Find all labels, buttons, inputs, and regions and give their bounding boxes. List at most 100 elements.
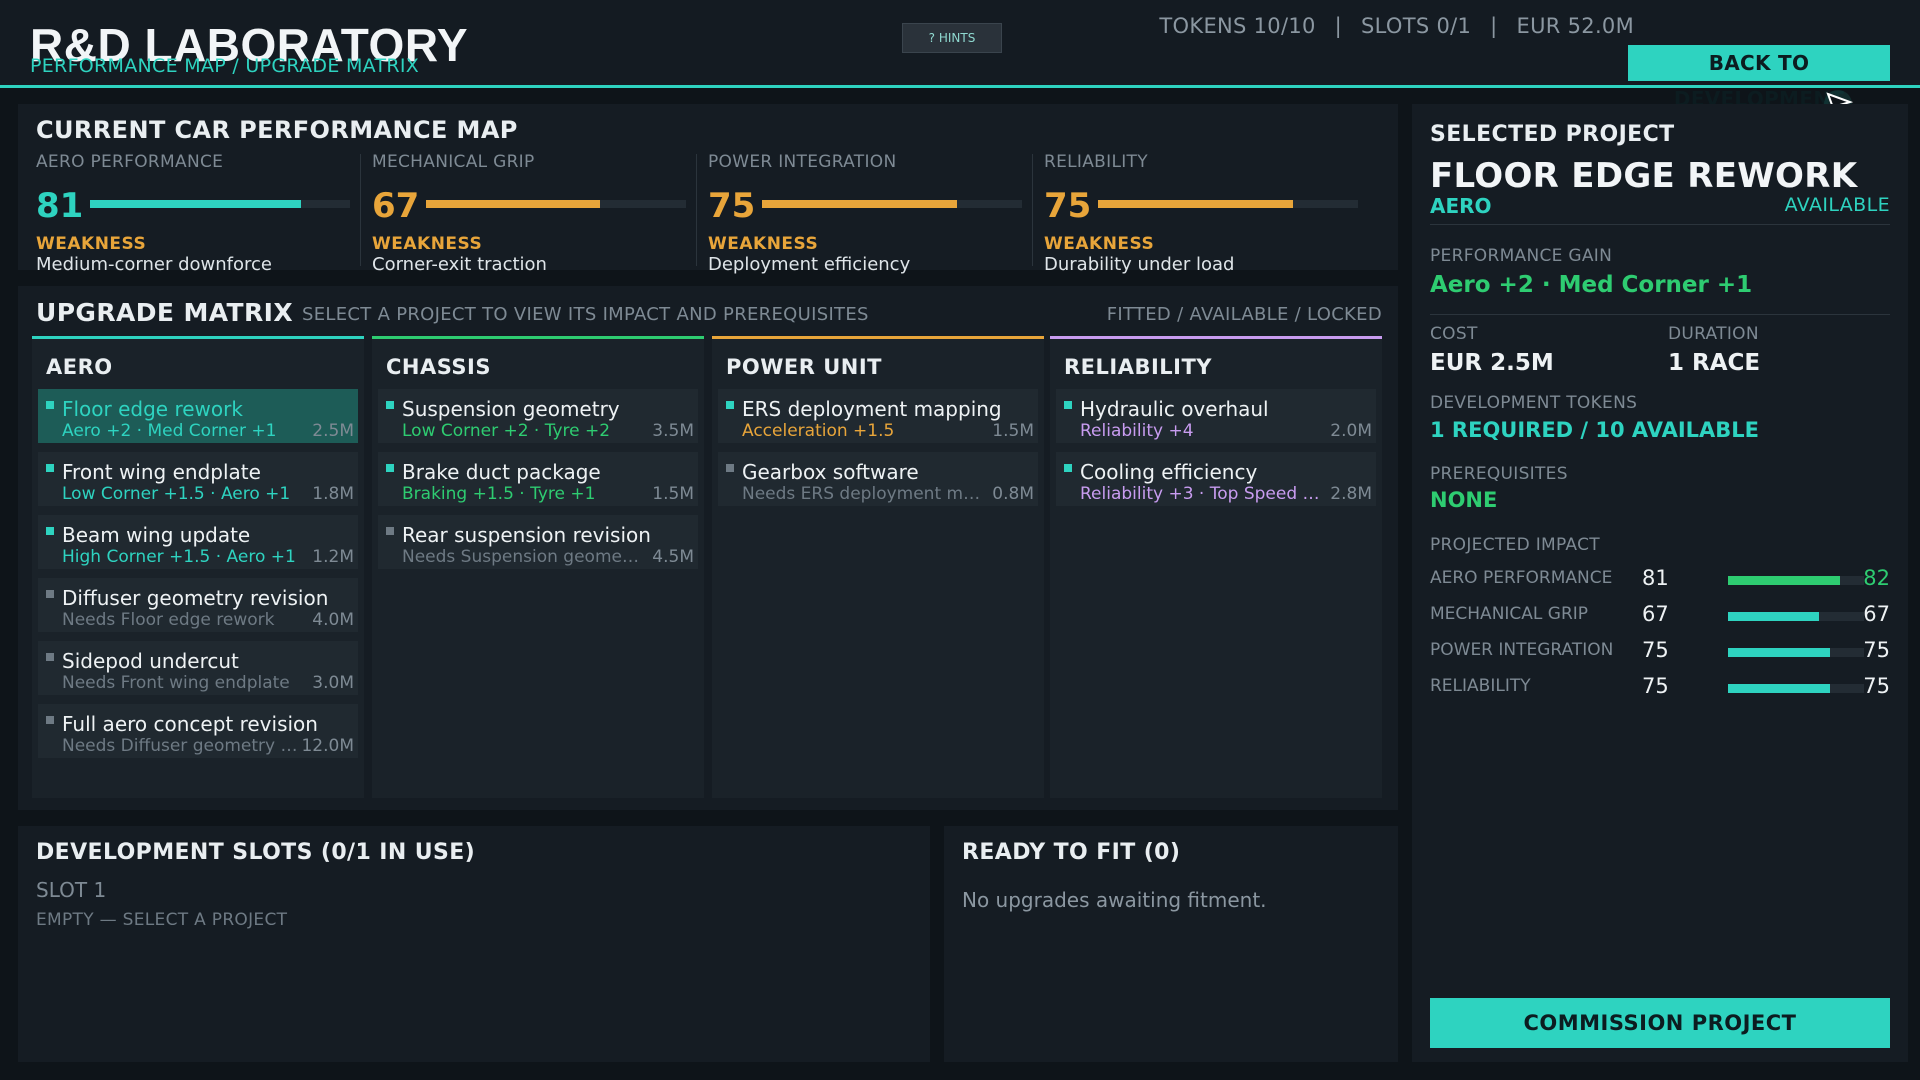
- upgrade-card-ers-deployment-mapping[interactable]: ERS deployment mapping Acceleration +1.5 1…: [718, 389, 1038, 443]
- upgrade-effect: Low Corner +2 · Tyre +2: [402, 421, 611, 441]
- state-indicator-icon: [46, 716, 54, 724]
- weakness-label: WEAKNESS: [708, 234, 819, 254]
- hud-separator: |: [1490, 14, 1498, 38]
- upgrade-matrix-title: UPGRADE MATRIX: [36, 298, 294, 327]
- impact-current-value: 75: [1642, 674, 1669, 698]
- metric-divider: [360, 154, 361, 266]
- development-slots-title: DEVELOPMENT SLOTS (0/1 IN USE): [36, 840, 476, 865]
- impact-row: RELIABILITY 75 75: [1430, 674, 1890, 704]
- metric-label: AERO PERFORMANCE: [36, 152, 224, 172]
- upgrade-card-gearbox-software[interactable]: Gearbox software Needs ERS deployment map…: [718, 452, 1038, 506]
- hints-button[interactable]: ? HINTS: [902, 23, 1002, 53]
- state-indicator-icon: [1064, 401, 1072, 409]
- impact-current-value: 67: [1642, 602, 1669, 626]
- budget-counter: EUR 52.0M: [1516, 14, 1634, 38]
- state-indicator-icon: [386, 464, 394, 472]
- state-indicator-icon: [46, 401, 54, 409]
- back-to-development-button[interactable]: BACK TO DEVELOPMENT: [1628, 45, 1890, 111]
- upgrade-card-diffuser-geometry-revision[interactable]: Diffuser geometry revision Needs Floor ed…: [38, 578, 358, 632]
- upgrade-name: Hydraulic overhaul: [1080, 397, 1269, 421]
- upgrade-effect: Reliability +3 · Top Speed -0.5: [1080, 484, 1320, 504]
- upgrade-effect: Needs ERS deployment mapping: [742, 484, 982, 504]
- metric-bar-fill: [1098, 200, 1293, 208]
- upgrade-matrix-panel: UPGRADE MATRIX SELECT A PROJECT TO VIEW …: [18, 286, 1398, 810]
- weakness-label: WEAKNESS: [36, 234, 147, 254]
- impact-label: MECHANICAL GRIP: [1430, 604, 1589, 624]
- upgrade-card-cooling-efficiency[interactable]: Cooling efficiency Reliability +3 · Top S…: [1056, 452, 1376, 506]
- state-indicator-icon: [46, 653, 54, 661]
- state-indicator-icon: [726, 401, 734, 409]
- upgrade-card-front-wing-endplate[interactable]: Front wing endplate Low Corner +1.5 · Aer…: [38, 452, 358, 506]
- breadcrumb: PERFORMANCE MAP / UPGRADE MATRIX: [30, 55, 420, 77]
- metric-value: 75: [708, 186, 756, 226]
- development-tokens-label: DEVELOPMENT TOKENS: [1430, 393, 1638, 413]
- weakness-description: Deployment efficiency: [708, 254, 911, 275]
- metric-value: 81: [36, 186, 84, 226]
- upgrade-effect: Reliability +4: [1080, 421, 1194, 441]
- upgrade-card-full-aero-concept-revision[interactable]: Full aero concept revision Needs Diffuser…: [38, 704, 358, 758]
- upgrade-card-hydraulic-overhaul[interactable]: Hydraulic overhaul Reliability +4 2.0M: [1056, 389, 1376, 443]
- metric-label: POWER INTEGRATION: [708, 152, 897, 172]
- upgrade-cost: 2.0M: [1330, 421, 1372, 441]
- metric-bar: [1098, 200, 1358, 208]
- divider: [1430, 224, 1890, 225]
- prerequisites-label: PREREQUISITES: [1430, 464, 1568, 484]
- impact-label: AERO PERFORMANCE: [1430, 568, 1613, 588]
- upgrade-cost: 4.5M: [652, 547, 694, 567]
- state-indicator-icon: [1064, 464, 1072, 472]
- upgrade-matrix-instructions: SELECT A PROJECT TO VIEW ITS IMPACT AND …: [302, 304, 869, 325]
- impact-row: POWER INTEGRATION 75 75: [1430, 638, 1890, 668]
- projected-impact-label: PROJECTED IMPACT: [1430, 535, 1600, 555]
- upgrade-effect: Needs Front wing endplate: [62, 673, 290, 693]
- impact-label: POWER INTEGRATION: [1430, 640, 1614, 660]
- upgrade-cost: 2.8M: [1330, 484, 1372, 504]
- column-title: RELIABILITY: [1064, 355, 1213, 379]
- slot-state: EMPTY — SELECT A PROJECT: [36, 910, 288, 930]
- upgrade-card-suspension-geometry[interactable]: Suspension geometry Low Corner +2 · Tyre …: [378, 389, 698, 443]
- metric-bar: [762, 200, 1022, 208]
- impact-bar: [1728, 576, 1864, 585]
- commission-project-button[interactable]: COMMISSION PROJECT: [1430, 998, 1890, 1048]
- upgrade-cost: 12.0M: [301, 736, 354, 756]
- slot-label[interactable]: SLOT 1: [36, 878, 106, 902]
- divider: [1430, 314, 1890, 315]
- impact-bar-fill: [1728, 576, 1840, 585]
- impact-bar-fill: [1728, 648, 1830, 657]
- upgrade-cost: 2.5M: [312, 421, 354, 441]
- selected-project-panel: SELECTED PROJECT FLOOR EDGE REWORK AERO …: [1412, 104, 1908, 1062]
- weakness-description: Medium-corner downforce: [36, 254, 272, 275]
- metric-bar: [426, 200, 686, 208]
- upgrade-effect: Aero +2 · Med Corner +1: [62, 421, 277, 441]
- weakness-label: WEAKNESS: [1044, 234, 1155, 254]
- tokens-counter: TOKENS 10/10: [1159, 14, 1316, 38]
- upgrade-card-sidepod-undercut[interactable]: Sidepod undercut Needs Front wing endplat…: [38, 641, 358, 695]
- impact-bar-fill: [1728, 684, 1830, 693]
- metric-value: 67: [372, 186, 420, 226]
- project-status-badge: AVAILABLE: [1784, 194, 1890, 216]
- column-reliability: RELIABILITY Hydraulic overhaul Reliability…: [1050, 336, 1382, 798]
- upgrade-card-beam-wing-update[interactable]: Beam wing update High Corner +1.5 · Aero …: [38, 515, 358, 569]
- metric-label: RELIABILITY: [1044, 152, 1148, 172]
- project-name: FLOOR EDGE REWORK: [1430, 156, 1858, 196]
- impact-bar: [1728, 648, 1864, 657]
- upgrade-card-brake-duct-package[interactable]: Brake duct package Braking +1.5 · Tyre +1…: [378, 452, 698, 506]
- upgrade-name: Front wing endplate: [62, 460, 261, 484]
- ready-to-fit-title: READY TO FIT (0): [962, 840, 1181, 865]
- upgrade-name: Floor edge rework: [62, 397, 243, 421]
- metric-bar: [90, 200, 350, 208]
- upgrade-card-rear-suspension-revision[interactable]: Rear suspension revision Needs Suspension…: [378, 515, 698, 569]
- upgrade-name: Beam wing update: [62, 523, 251, 547]
- weakness-description: Corner-exit traction: [372, 254, 547, 275]
- state-indicator-icon: [726, 464, 734, 472]
- top-bar: R&D LABORATORY PERFORMANCE MAP / UPGRADE…: [0, 0, 1920, 111]
- upgrade-effect: Acceleration +1.5: [742, 421, 895, 441]
- state-indicator-icon: [46, 527, 54, 535]
- upgrade-card-floor-edge-rework[interactable]: Floor edge rework Aero +2 · Med Corner +1…: [38, 389, 358, 443]
- performance-metric: MECHANICAL GRIP 67 WEAKNESS Corner-exit tra…: [372, 152, 686, 275]
- prerequisites-value: NONE: [1430, 488, 1498, 512]
- state-indicator-icon: [386, 401, 394, 409]
- cost-label: COST: [1430, 324, 1478, 344]
- upgrade-effect: Needs Diffuser geometry revision: [62, 736, 302, 756]
- upgrade-cost: 4.0M: [312, 610, 354, 630]
- metric-bar-fill: [90, 200, 301, 208]
